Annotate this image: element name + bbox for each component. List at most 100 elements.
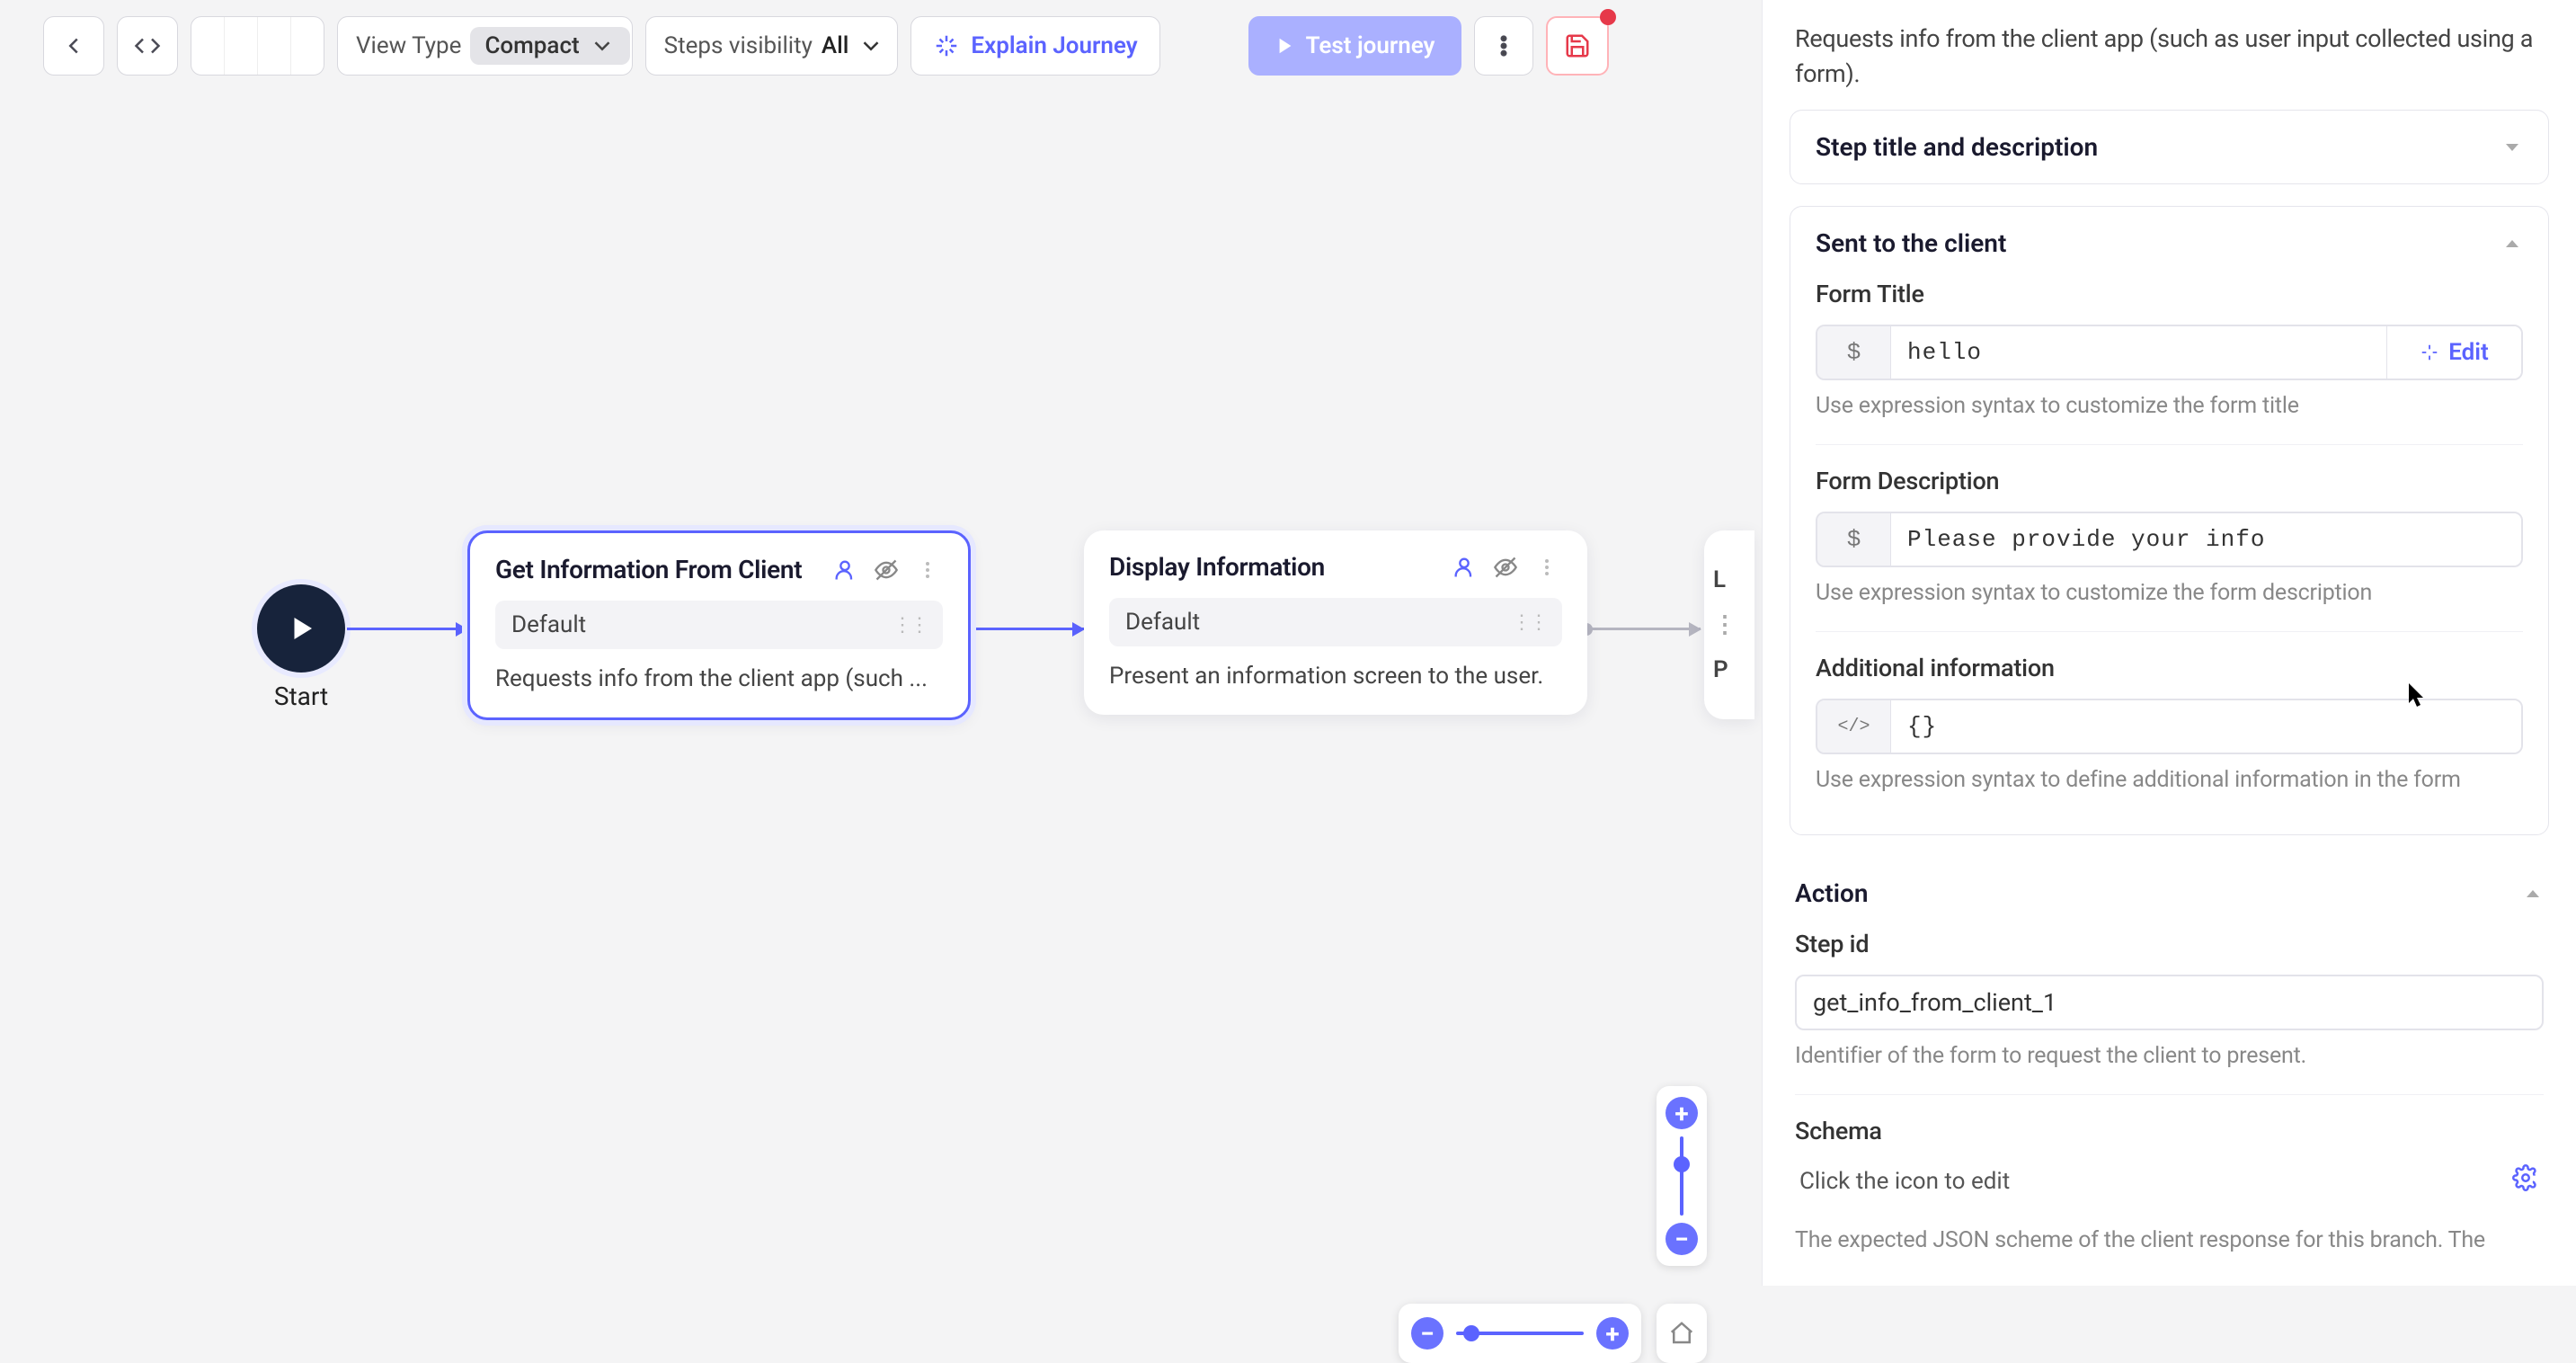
drag-handle-icon[interactable]: ⋮⋮: [1512, 611, 1546, 634]
gear-icon: [2512, 1164, 2539, 1191]
code-icon: [134, 32, 161, 59]
sparkle-icon: [2420, 343, 2439, 362]
home-icon: [1668, 1320, 1695, 1347]
sparkle-icon: [933, 32, 960, 59]
branch-label: Default: [511, 611, 586, 638]
node-display-information[interactable]: Display Information Default ⋮⋮ Present a…: [1084, 530, 1587, 715]
toolbar: View Type Compact Steps visibility All E…: [43, 16, 1609, 76]
zoom-vertical: + −: [1657, 1086, 1707, 1266]
save-button[interactable]: [1546, 16, 1609, 76]
hint: Use expression syntax to customize the f…: [1816, 580, 2523, 606]
hint: Identifier of the form to request the cl…: [1795, 1043, 2544, 1069]
view-type-label: View Type: [356, 32, 461, 59]
section-header[interactable]: Sent to the client: [1790, 207, 2548, 280]
section-header[interactable]: Step title and description: [1790, 111, 2548, 183]
node-title: Display Information: [1109, 552, 1438, 582]
node-description: Present an information screen to the use…: [1109, 663, 1562, 690]
drag-handle-icon[interactable]: ⋮⋮: [893, 614, 927, 637]
form-title-input[interactable]: [1891, 326, 2386, 379]
code-prefix[interactable]: </>: [1817, 700, 1891, 753]
zoom-in-button[interactable]: +: [1666, 1097, 1698, 1129]
journey-canvas[interactable]: Start Get Information From Client Defaul…: [0, 99, 1762, 1277]
zoom-thumb[interactable]: [1674, 1156, 1690, 1172]
start-circle[interactable]: [257, 584, 345, 673]
schema-placeholder: Click the icon to edit: [1799, 1168, 2010, 1195]
steps-visibility-selector[interactable]: Steps visibility All: [645, 16, 899, 76]
step-intro: Requests info from the client app (such …: [1790, 0, 2549, 110]
hint: Use expression syntax to define addition…: [1816, 767, 2523, 793]
eye-off-icon[interactable]: [871, 557, 902, 583]
zoom-slider[interactable]: [1456, 1332, 1584, 1335]
node-title: Get Information From Client: [495, 555, 819, 584]
start-node[interactable]: Start: [257, 584, 345, 711]
user-icon: [1449, 555, 1479, 580]
user-icon: [830, 557, 860, 583]
zoom-out-button[interactable]: −: [1411, 1317, 1443, 1350]
label: Step id: [1795, 930, 2544, 958]
form-desc-input[interactable]: [1891, 513, 2521, 566]
steps-visibility-value: All: [822, 32, 849, 59]
edit-group: [191, 16, 324, 76]
view-type-value-pill: Compact: [470, 27, 629, 65]
copy-button[interactable]: [257, 17, 290, 75]
drag-handle-icon: ⋮: [1713, 611, 1745, 638]
section-action: Action Step id Identifier of the form to…: [1790, 857, 2549, 1278]
edit-button[interactable]: Edit: [2386, 326, 2521, 379]
unsaved-indicator: [1600, 9, 1616, 25]
chevron-down-icon: [857, 32, 884, 59]
branch-chip[interactable]: Default ⋮⋮: [1109, 598, 1562, 646]
section-sent-to-client: Sent to the client Form Title $ Edit: [1790, 206, 2549, 835]
test-journey-label: Test journey: [1306, 32, 1435, 59]
step-id-input[interactable]: [1795, 975, 2544, 1030]
view-type-selector[interactable]: View Type Compact: [337, 16, 633, 76]
redo-button[interactable]: [224, 17, 257, 75]
expression-prefix[interactable]: $: [1817, 326, 1891, 379]
branch-chip[interactable]: Default ⋮⋮: [495, 601, 943, 649]
inspector-panel: Requests info from the client app (such …: [1762, 0, 2576, 1286]
play-icon: [285, 612, 317, 645]
zoom-horizontal: − +: [1399, 1304, 1641, 1363]
hint: The expected JSON scheme of the client r…: [1795, 1227, 2544, 1253]
section-title: Action: [1795, 878, 1868, 908]
reset-view-button[interactable]: [1657, 1304, 1707, 1363]
play-icon: [1275, 36, 1295, 56]
chevron-down-icon: [2501, 137, 2523, 158]
chevron-up-icon: [2501, 233, 2523, 254]
zoom-slider[interactable]: [1680, 1136, 1683, 1216]
code-toggle-button[interactable]: [117, 16, 178, 76]
field-form-title: Form Title $ Edit Use expression syntax …: [1816, 280, 2523, 445]
undo-button[interactable]: [191, 17, 224, 75]
chevron-down-icon: [589, 32, 616, 59]
schema-row: Click the icon to edit: [1795, 1162, 2544, 1200]
zoom-thumb[interactable]: [1463, 1325, 1479, 1341]
test-journey-button[interactable]: Test journey: [1248, 16, 1462, 76]
node-peek-next[interactable]: L ⋮ P: [1704, 530, 1754, 719]
node-description: Requests info from the client app (such …: [495, 665, 943, 692]
node-get-information[interactable]: Get Information From Client Default ⋮⋮ R…: [467, 530, 971, 720]
chevron-left-icon: [60, 32, 87, 59]
zoom-in-button[interactable]: +: [1596, 1317, 1629, 1350]
label: Form Title: [1816, 280, 2523, 308]
cut-button[interactable]: [290, 17, 324, 75]
schema-edit-button[interactable]: [2512, 1164, 2539, 1198]
field-schema: Schema Click the icon to edit The expect…: [1795, 1117, 2544, 1278]
explain-journey-button[interactable]: Explain Journey: [910, 16, 1159, 76]
zoom-out-button[interactable]: −: [1666, 1223, 1698, 1255]
edge-node1-to-node2: [971, 628, 1084, 630]
field-step-id: Step id Identifier of the form to reques…: [1795, 930, 2544, 1095]
edge-node2-to-next: [1587, 628, 1701, 630]
peek-top: L: [1713, 566, 1745, 593]
hint: Use expression syntax to customize the f…: [1816, 393, 2523, 419]
section-header[interactable]: Action: [1790, 857, 2549, 930]
additional-input-row: </>: [1816, 699, 2523, 754]
expression-prefix[interactable]: $: [1817, 513, 1891, 566]
more-vert-icon: [1491, 32, 1516, 59]
explain-journey-label: Explain Journey: [971, 32, 1137, 59]
label: Form Description: [1816, 467, 2523, 495]
node-more-button[interactable]: [912, 559, 943, 581]
eye-off-icon[interactable]: [1490, 555, 1521, 580]
node-more-button[interactable]: [1532, 557, 1562, 578]
back-button[interactable]: [43, 16, 104, 76]
additional-input[interactable]: [1891, 700, 2521, 753]
more-menu-button[interactable]: [1474, 16, 1533, 76]
